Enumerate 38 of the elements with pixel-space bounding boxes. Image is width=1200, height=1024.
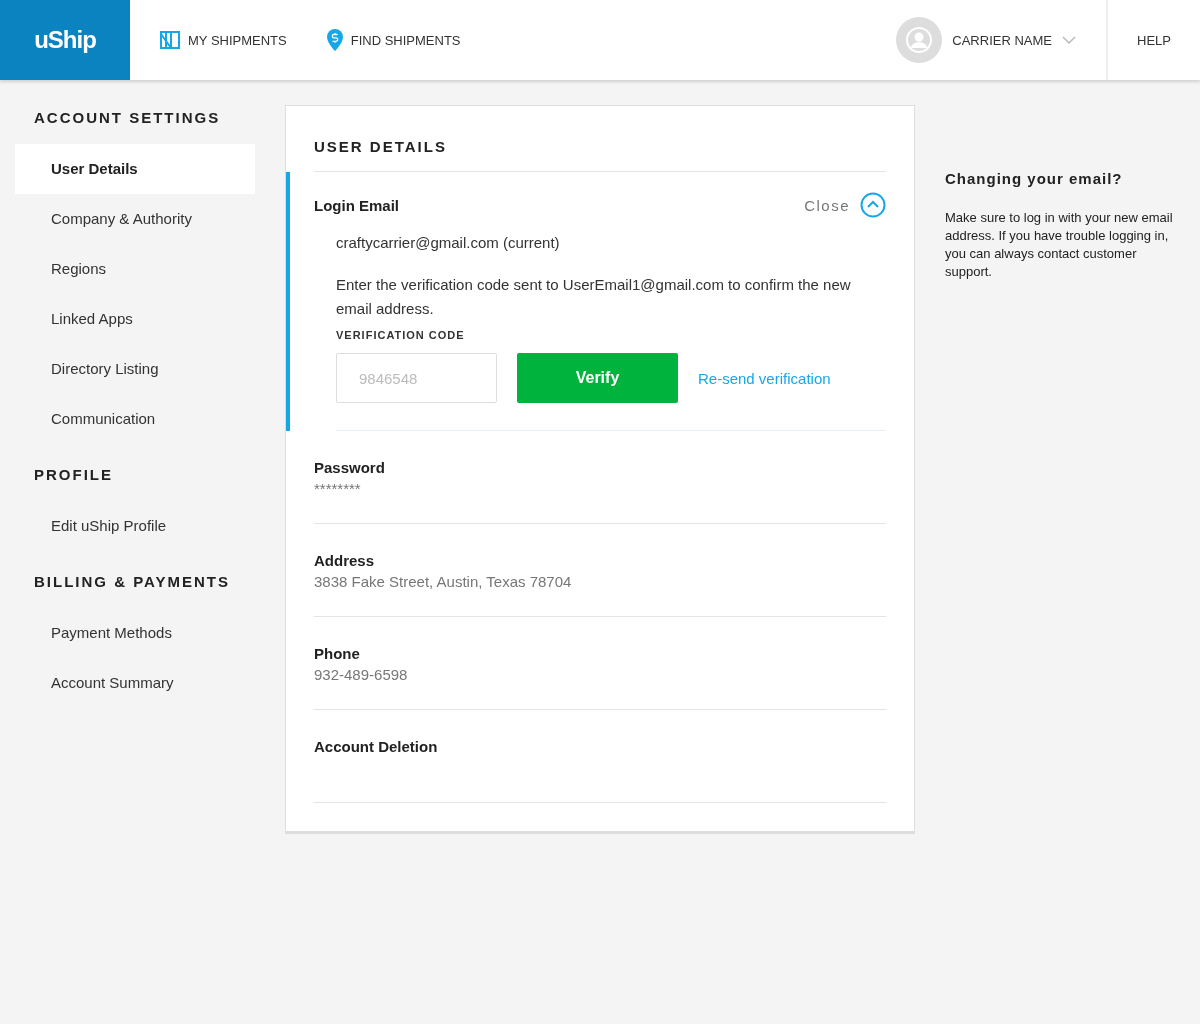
nav-link[interactable]: MY SHIPMENTS — [160, 31, 287, 49]
sidebar-item[interactable]: Payment Methods — [15, 608, 255, 658]
section-heading: BILLING & PAYMENTS — [33, 573, 231, 590]
user-name[interactable]: CARRIER NAME — [952, 32, 1052, 48]
field-label: Account Deletion — [314, 738, 439, 755]
avatar-icon[interactable] — [896, 17, 943, 63]
field-label: VERIFICATION CODE — [336, 329, 466, 341]
current-email: craftycarrier@gmail.com (current) — [336, 234, 561, 251]
sidebar-item[interactable]: Edit uShip Profile — [15, 501, 255, 551]
field-value: 932-489-6598 — [314, 666, 409, 683]
sidebar-item[interactable]: User Details — [15, 144, 255, 194]
aside-text: Make sure to log in with your new email address. If you have trouble logging in, you can always contact customer support. — [945, 209, 1174, 281]
chevron-down-icon[interactable] — [1062, 36, 1076, 44]
help-link[interactable]: HELP — [1108, 32, 1200, 48]
chevron-circle-icon[interactable] — [860, 192, 886, 218]
crate-icon — [160, 31, 180, 49]
section-heading: PROFILE — [33, 466, 114, 483]
field-value: 3838 Fake Street, Austin, Texas 78704 — [314, 573, 573, 590]
sidebar-item[interactable]: Account Summary — [15, 658, 255, 708]
close-button[interactable]: Close — [804, 192, 886, 218]
field-value: ******** — [314, 480, 362, 497]
sidebar-item[interactable]: Communication — [15, 394, 255, 444]
sidebar-item[interactable]: Regions — [15, 244, 255, 294]
section-heading: ACCOUNT SETTINGS — [33, 109, 222, 126]
field-label: Password — [314, 459, 386, 476]
instructions-text: Enter the verification code sent to UserEmail1@gmail.com to confirm the new email address. — [336, 275, 852, 319]
sidebar-item[interactable]: Directory Listing — [15, 344, 255, 394]
verification-code-field[interactable]: 9846548 — [336, 353, 497, 403]
sidebar-item[interactable]: Company & Authority — [15, 194, 255, 244]
logo[interactable]: uShip — [0, 0, 130, 80]
field-label: Phone — [314, 645, 361, 662]
aside-title: Changing your email? — [945, 170, 1124, 187]
field-label: Login Email — [314, 196, 399, 214]
nav-link[interactable]: FIND SHIPMENTS — [326, 29, 461, 51]
sidebar-item[interactable]: Linked Apps — [15, 294, 255, 344]
card-title: USER DETAILS — [314, 106, 886, 172]
map-pin-icon — [326, 29, 343, 51]
field-label: Address — [314, 552, 376, 569]
